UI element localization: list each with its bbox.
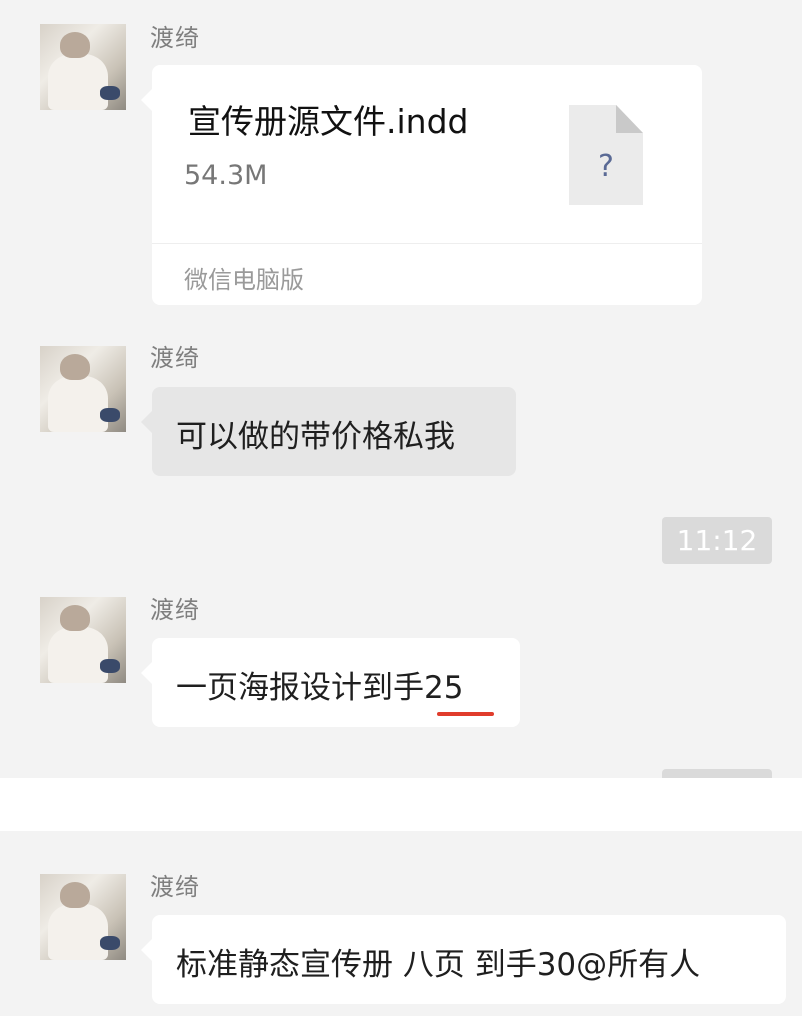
file-size: 54.3M (184, 160, 268, 191)
avatar[interactable] (40, 346, 126, 432)
timestamp-badge: 11:12 (662, 517, 772, 564)
avatar[interactable] (40, 24, 126, 110)
avatar[interactable] (40, 874, 126, 960)
unknown-file-icon: ? (569, 105, 643, 205)
sender-name: 渡绮 (150, 24, 200, 52)
file-icon-glyph: ? (598, 149, 614, 184)
sender-name: 渡绮 (150, 344, 200, 372)
message-text: 标准静态宣传册 八页 到手30@所有人 (176, 947, 701, 983)
file-name: 宣传册源文件.indd (188, 102, 469, 141)
screenshot-separator (0, 778, 802, 831)
text-message-bubble[interactable]: 可以做的带价格私我 (141, 387, 516, 476)
text-message-bubble[interactable]: 标准静态宣传册 八页 到手30@所有人 (141, 915, 786, 1004)
highlight-underline (437, 712, 494, 716)
message-text: 可以做的带价格私我 (176, 419, 455, 455)
file-message-card[interactable]: 宣传册源文件.indd 54.3M ? 微信电脑版 (141, 65, 702, 305)
message-text: 一页海报设计到手25 (176, 670, 464, 706)
file-source-label: 微信电脑版 (184, 266, 304, 294)
avatar[interactable] (40, 597, 126, 683)
divider (152, 243, 702, 244)
sender-name: 渡绮 (150, 873, 200, 901)
text-message-bubble[interactable]: 一页海报设计到手25 (141, 638, 520, 727)
sender-name: 渡绮 (150, 596, 200, 624)
